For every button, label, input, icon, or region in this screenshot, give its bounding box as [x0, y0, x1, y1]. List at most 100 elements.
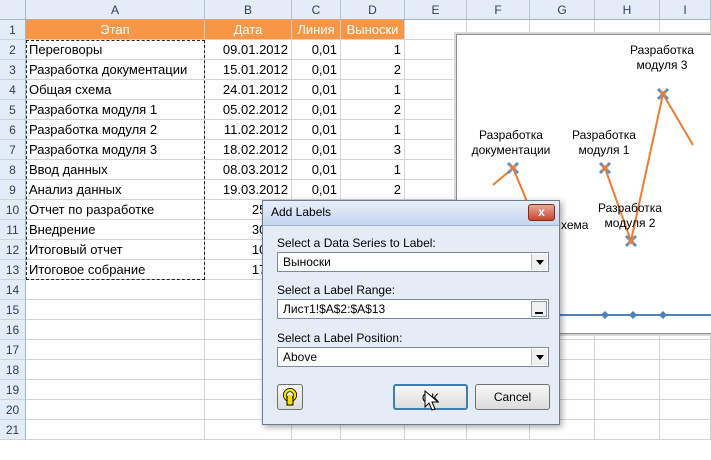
row-header-5[interactable]: 5 — [0, 100, 26, 120]
cancel-button[interactable]: Cancel — [475, 384, 550, 410]
row-header-6[interactable]: 6 — [0, 120, 26, 140]
row-header-2[interactable]: 2 — [0, 40, 26, 60]
column-header-e[interactable]: E — [405, 0, 467, 20]
column-header-f[interactable]: F — [467, 0, 530, 20]
line-cell[interactable]: 0,01 — [292, 160, 341, 180]
table-header-cell[interactable]: Выноски — [341, 20, 405, 40]
date-cell[interactable]: 09.01.2012 — [205, 40, 292, 60]
row-header-20[interactable]: 20 — [0, 400, 26, 420]
dialog-titlebar[interactable]: Add Labels x — [263, 201, 559, 226]
stage-cell[interactable]: Переговоры — [26, 40, 205, 60]
row-header-19[interactable]: 19 — [0, 380, 26, 400]
cell[interactable] — [26, 340, 205, 360]
stage-cell[interactable]: Ввод данных — [26, 160, 205, 180]
row-header-8[interactable]: 8 — [0, 160, 26, 180]
collapse-range-icon[interactable] — [531, 301, 547, 317]
chevron-down-icon[interactable] — [531, 349, 547, 365]
stage-cell[interactable]: Итоговое собрание — [26, 260, 205, 280]
table-header-cell[interactable]: Дата — [205, 20, 292, 40]
row-header-14[interactable]: 14 — [0, 280, 26, 300]
cell[interactable] — [26, 380, 205, 400]
cell[interactable] — [26, 400, 205, 420]
callout-cell[interactable]: 3 — [341, 140, 405, 160]
cell[interactable] — [660, 340, 711, 360]
cell[interactable] — [26, 320, 205, 340]
label-mod2[interactable]: Разработка модуля 2 — [585, 201, 675, 231]
row-header-4[interactable]: 4 — [0, 80, 26, 100]
row-header-3[interactable]: 3 — [0, 60, 26, 80]
label-mod3[interactable]: Разработка модуля 3 — [617, 43, 707, 73]
row-header-10[interactable]: 10 — [0, 200, 26, 220]
row-header-12[interactable]: 12 — [0, 240, 26, 260]
stage-cell[interactable]: Разработка модуля 2 — [26, 120, 205, 140]
stage-cell[interactable]: Внедрение — [26, 220, 205, 240]
date-cell[interactable]: 19.03.2012 — [205, 180, 292, 200]
date-cell[interactable]: 15.01.2012 — [205, 60, 292, 80]
cell[interactable] — [595, 380, 660, 400]
row-header-1[interactable]: 1 — [0, 20, 26, 40]
cell[interactable] — [26, 300, 205, 320]
row-header-11[interactable]: 11 — [0, 220, 26, 240]
column-header-c[interactable]: C — [292, 0, 341, 20]
cell[interactable] — [595, 360, 660, 380]
date-cell[interactable]: 18.02.2012 — [205, 140, 292, 160]
line-cell[interactable]: 0,01 — [292, 60, 341, 80]
column-header-b[interactable]: B — [205, 0, 292, 20]
column-header-g[interactable]: G — [530, 0, 595, 20]
help-button[interactable] — [277, 384, 303, 410]
cell[interactable] — [660, 360, 711, 380]
row-header-18[interactable]: 18 — [0, 360, 26, 380]
cell[interactable] — [26, 360, 205, 380]
stage-cell[interactable]: Разработка модуля 1 — [26, 100, 205, 120]
callout-cell[interactable]: 2 — [341, 60, 405, 80]
row-header-15[interactable]: 15 — [0, 300, 26, 320]
line-cell[interactable]: 0,01 — [292, 120, 341, 140]
table-header-cell[interactable]: Линия — [292, 20, 341, 40]
date-cell[interactable]: 08.03.2012 — [205, 160, 292, 180]
cell[interactable] — [595, 340, 660, 360]
callout-cell[interactable]: 2 — [341, 100, 405, 120]
row-header-17[interactable]: 17 — [0, 340, 26, 360]
cell[interactable] — [660, 380, 711, 400]
select-all-corner[interactable] — [0, 0, 26, 20]
line-cell[interactable]: 0,01 — [292, 40, 341, 60]
cell[interactable] — [660, 400, 711, 420]
column-header-i[interactable]: I — [660, 0, 711, 20]
series-select[interactable]: Выноски — [277, 252, 549, 272]
stage-cell[interactable]: Отчет по разработке — [26, 200, 205, 220]
callout-cell[interactable]: 1 — [341, 80, 405, 100]
table-header-cell[interactable]: Этап — [26, 20, 205, 40]
callout-cell[interactable]: 2 — [341, 180, 405, 200]
cell[interactable] — [26, 420, 205, 440]
callout-cell[interactable]: 1 — [341, 40, 405, 60]
line-cell[interactable]: 0,01 — [292, 100, 341, 120]
line-cell[interactable]: 0,01 — [292, 140, 341, 160]
column-header-a[interactable]: A — [26, 0, 205, 20]
stage-cell[interactable]: Разработка модуля 3 — [26, 140, 205, 160]
range-input[interactable]: Лист1!$A$2:$A$13 — [277, 299, 549, 319]
cell[interactable] — [595, 400, 660, 420]
position-select[interactable]: Above — [277, 347, 549, 367]
row-header-9[interactable]: 9 — [0, 180, 26, 200]
date-cell[interactable]: 11.02.2012 — [205, 120, 292, 140]
close-button[interactable]: x — [528, 204, 555, 221]
stage-cell[interactable]: Разработка документации — [26, 60, 205, 80]
label-doc[interactable]: Разработка документации — [465, 128, 557, 158]
line-cell[interactable]: 0,01 — [292, 80, 341, 100]
callout-cell[interactable]: 1 — [341, 120, 405, 140]
label-mod1[interactable]: Разработка модуля 1 — [559, 128, 649, 158]
column-header-d[interactable]: D — [341, 0, 405, 20]
line-cell[interactable]: 0,01 — [292, 180, 341, 200]
chevron-down-icon[interactable] — [531, 254, 547, 270]
column-header-h[interactable]: H — [595, 0, 660, 20]
cell[interactable] — [660, 420, 711, 440]
callout-cell[interactable]: 1 — [341, 160, 405, 180]
cell[interactable] — [26, 280, 205, 300]
label-scheme-fragment[interactable]: хема — [561, 218, 588, 233]
cell[interactable] — [595, 420, 660, 440]
stage-cell[interactable]: Итоговый отчет — [26, 240, 205, 260]
stage-cell[interactable]: Анализ данных — [26, 180, 205, 200]
row-header-7[interactable]: 7 — [0, 140, 26, 160]
row-header-13[interactable]: 13 — [0, 260, 26, 280]
row-header-16[interactable]: 16 — [0, 320, 26, 340]
